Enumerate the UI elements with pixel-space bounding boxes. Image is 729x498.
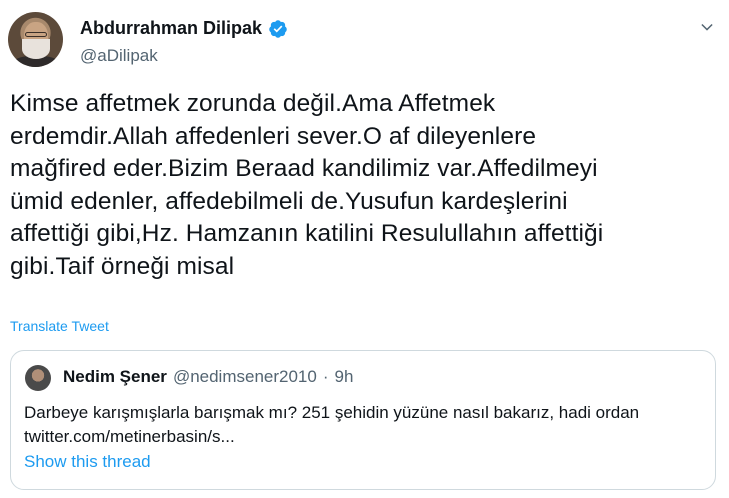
quoted-author-name[interactable]: Nedim Şener bbox=[63, 367, 167, 387]
tweet-text-line: affettiği gibi,Hz. Hamzanın katilini Res… bbox=[10, 220, 604, 247]
show-thread-link[interactable]: Show this thread bbox=[24, 452, 151, 472]
quoted-tweet-header: Nedim Şener @nedimsener2010 · 9h bbox=[63, 367, 353, 387]
avatar-glasses bbox=[25, 32, 47, 37]
author-avatar[interactable] bbox=[8, 12, 63, 67]
tweet-text-line: mağfired eder.Bizim Beraad kandilimiz va… bbox=[10, 155, 598, 182]
quoted-tweet-time[interactable]: 9h bbox=[335, 367, 354, 387]
quoted-author-avatar[interactable] bbox=[25, 365, 51, 391]
quoted-tweet-link[interactable]: twitter.com/metinerbasin/s... bbox=[24, 425, 704, 449]
chevron-down-icon bbox=[701, 23, 713, 31]
quoted-tweet-card[interactable]: Nedim Şener @nedimsener2010 · 9h Darbeye… bbox=[10, 350, 716, 490]
quoted-tweet-body: Darbeye karışmışlarla barışmak mı? 251 ş… bbox=[24, 403, 640, 422]
quoted-tweet-text: Darbeye karışmışlarla barışmak mı? 251 ş… bbox=[24, 401, 704, 449]
tweet-text-line: Kimse affetmek zorunda değil.Ama Affetme… bbox=[10, 90, 496, 117]
author-handle[interactable]: @aDilipak bbox=[80, 46, 158, 66]
tweet-menu-button[interactable] bbox=[695, 16, 719, 40]
translate-tweet-link[interactable]: Translate Tweet bbox=[10, 318, 109, 334]
author-name-row[interactable]: Abdurrahman Dilipak bbox=[80, 18, 288, 39]
separator-dot: · bbox=[322, 367, 329, 386]
tweet-text-line: erdemdir.Allah affedenleri sever.O af di… bbox=[10, 122, 537, 150]
avatar-beard bbox=[22, 39, 50, 59]
author-display-name[interactable]: Abdurrahman Dilipak bbox=[80, 18, 262, 39]
tweet-text: Kimse affetmek zorunda değil.Ama Affetme… bbox=[10, 88, 715, 283]
tweet-text-line: ümid edenler, affedebilmeli de.Yusufun k… bbox=[10, 187, 568, 215]
tweet-text-line: gibi.Taif örneği misal bbox=[10, 252, 235, 280]
tweet-header: Abdurrahman Dilipak @aDilipak bbox=[8, 8, 721, 68]
quoted-author-handle[interactable]: @nedimsener2010 bbox=[173, 367, 317, 387]
verified-badge-icon bbox=[268, 19, 288, 39]
